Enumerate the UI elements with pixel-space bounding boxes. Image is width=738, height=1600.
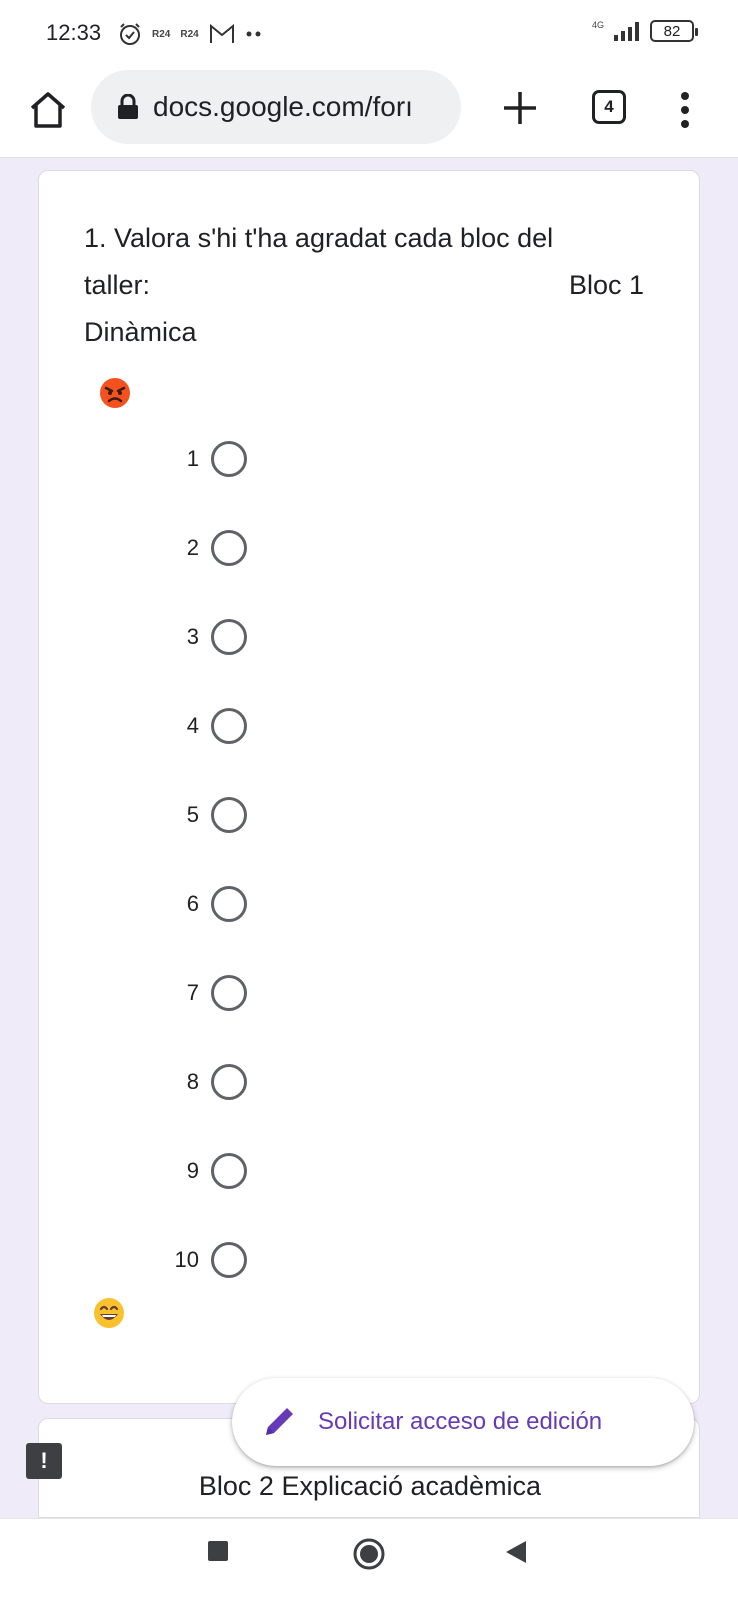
tab-count: 4 [604, 97, 614, 116]
scale-option-label: 2 [186, 535, 199, 560]
network-type: 4G [591, 20, 604, 30]
scale-option[interactable]: 6 [119, 884, 247, 924]
scale-option-label: 8 [186, 1069, 199, 1094]
gmail-icon [209, 23, 234, 43]
home-nav-icon[interactable] [352, 1537, 386, 1571]
battery-level: 82 [663, 22, 681, 40]
more-vert-icon[interactable] [672, 88, 698, 132]
scale-option-label: 1 [186, 446, 199, 471]
question-title-line3: Dinàmica [84, 317, 197, 347]
scale-option[interactable]: 9 [119, 1151, 247, 1191]
status-bar: 12:33 R24 R24 4G 82 [0, 0, 738, 68]
system-nav-bar [0, 1518, 738, 1600]
angry-face-icon [100, 378, 130, 408]
scale-option[interactable]: 3 [119, 617, 247, 657]
scale-option-label: 5 [186, 802, 199, 827]
scale-option-label: 9 [186, 1158, 199, 1183]
url-text: docs.google.com/forı [153, 91, 413, 122]
new-tab-icon[interactable] [500, 88, 540, 128]
radio-button[interactable] [211, 1242, 247, 1278]
radio-button[interactable] [211, 441, 247, 477]
radio-button[interactable] [211, 530, 247, 566]
scale-option[interactable]: 7 [119, 973, 247, 1013]
radio-button[interactable] [211, 1153, 247, 1189]
status-right: 4G 82 [591, 20, 698, 42]
request-edit-access-button[interactable]: Solicitar acceso de edición [232, 1378, 694, 1466]
radio-button[interactable] [211, 1064, 247, 1100]
report-icon[interactable]: ! [26, 1443, 62, 1479]
question-title: 1. Valora s'hi t'ha agradat cada bloc de… [84, 215, 644, 356]
scale-option-label: 6 [186, 891, 199, 916]
radio-button[interactable] [211, 797, 247, 833]
question-title-line2-left: taller: [84, 270, 151, 300]
notification-icons: R24 R24 [118, 22, 263, 46]
next-question-title: Bloc 2 Explicació acadèmica [198, 1471, 542, 1501]
address-bar[interactable]: docs.google.com/forı [91, 70, 461, 144]
radio-button[interactable] [211, 708, 247, 744]
question-title-line2-right: Bloc 1 [568, 270, 644, 300]
question-title-line1: 1. Valora s'hi t'ha agradat cada bloc de… [84, 223, 554, 253]
scale-option-label: 3 [186, 624, 199, 649]
radio-button[interactable] [211, 975, 247, 1011]
tab-switcher-button[interactable]: 4 [592, 90, 626, 124]
scale-option[interactable]: 8 [119, 1062, 247, 1102]
more-dots-icon [246, 31, 261, 37]
lock-icon [118, 94, 138, 119]
radio-button[interactable] [211, 886, 247, 922]
report-icon-label: ! [40, 1448, 48, 1473]
r24-icon: R24 [180, 28, 199, 40]
scale-option-label: 7 [186, 980, 199, 1005]
grinning-face-icon [94, 1298, 124, 1328]
scale-option[interactable]: 10 [119, 1240, 247, 1280]
signal-icon [614, 22, 639, 41]
r24-icon: R24 [152, 28, 171, 40]
back-icon[interactable] [504, 1539, 528, 1565]
scale-option[interactable]: 5 [119, 795, 247, 835]
request-edit-access-label: Solicitar acceso de edición [318, 1408, 603, 1435]
scale-option[interactable]: 4 [119, 706, 247, 746]
battery-icon: 82 [650, 20, 698, 42]
scale-option-label: 4 [186, 713, 199, 738]
status-time: 12:33 [46, 20, 102, 45]
home-icon[interactable] [26, 88, 70, 132]
scale-option[interactable]: 2 [119, 528, 247, 568]
pencil-icon [266, 1408, 293, 1435]
scale-option-label: 10 [174, 1247, 199, 1272]
question-card: 1. Valora s'hi t'ha agradat cada bloc de… [38, 170, 700, 1404]
question-title-line2: taller: Bloc 1 [84, 262, 644, 309]
recents-icon[interactable] [206, 1539, 230, 1563]
browser-toolbar: docs.google.com/forı 4 [0, 68, 738, 158]
alarm-icon [120, 23, 140, 45]
scale-option[interactable]: 1 [119, 439, 247, 479]
radio-button[interactable] [211, 619, 247, 655]
